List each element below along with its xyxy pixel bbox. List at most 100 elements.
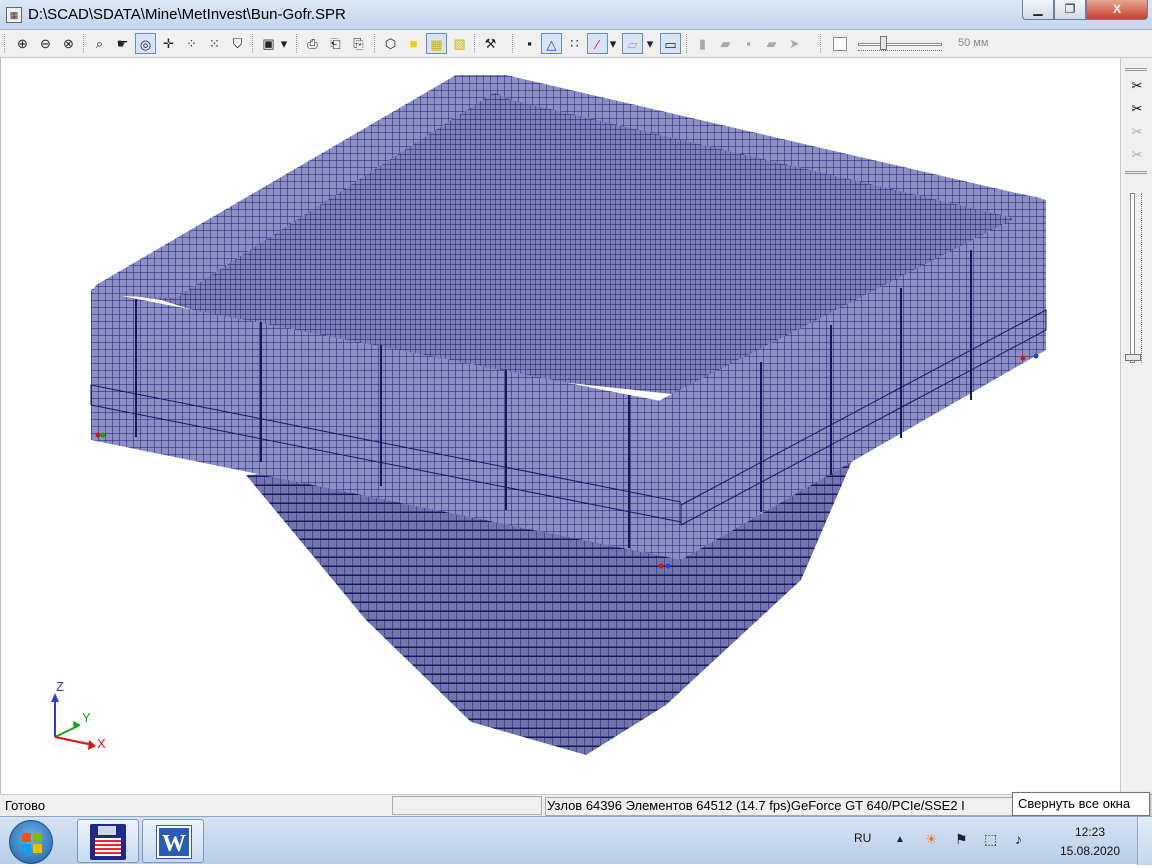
toolbar-grip[interactable]	[820, 34, 823, 53]
zoom-window-icon: ⌕	[95, 36, 104, 51]
solid-view-button[interactable]: ▧	[449, 33, 470, 54]
scale-slider-thumb[interactable]	[880, 36, 887, 50]
support-marker	[100, 432, 106, 438]
zoom-out-button[interactable]: ⊖	[35, 33, 56, 54]
cube-view-icon: ▣	[262, 36, 275, 51]
solid-element-icon: ▭	[664, 37, 677, 52]
cube-view-dropdown[interactable]: ▾	[278, 33, 290, 54]
status-bar: Готово Узлов 64396 Элементов 64512 (14.7…	[0, 794, 1152, 816]
taskbar-button-word[interactable]: W	[142, 819, 204, 863]
vertical-slider-ticks	[1141, 193, 1145, 363]
app-icon[interactable]: ▦	[6, 7, 22, 23]
plate-element-dropdown[interactable]: ▾	[644, 33, 656, 54]
close-icon: X	[1112, 2, 1121, 16]
cut-4-button[interactable]: ✂	[1127, 145, 1147, 165]
filter-4-button[interactable]: ▰	[761, 33, 782, 54]
model-viewport[interactable]: Z Y X	[0, 58, 1120, 794]
toolbar-grip[interactable]	[1125, 171, 1147, 174]
filter-3-button[interactable]: ▪	[738, 33, 759, 54]
zoom-fit-button[interactable]: ⊗	[58, 33, 79, 54]
triangle-node-button[interactable]: △	[541, 33, 562, 54]
solid-element-button[interactable]: ▭	[660, 33, 681, 54]
print-button[interactable]: ⎙	[302, 33, 323, 54]
support-marker	[1020, 355, 1026, 361]
zoom-in-icon: ⊕	[17, 36, 28, 51]
print-preview-icon: ⎗	[330, 36, 341, 51]
support-marker	[1033, 353, 1039, 359]
show-desktop-button[interactable]	[1137, 817, 1152, 865]
axis-label-y: Y	[82, 710, 91, 725]
close-button[interactable]: X	[1086, 0, 1148, 20]
flag-icon[interactable]: ⚑	[955, 831, 968, 848]
toolbar-separator	[686, 34, 689, 53]
language-indicator[interactable]: RU	[854, 831, 871, 845]
rotate-icon: ◎	[139, 37, 152, 52]
pan-button[interactable]: ☛	[112, 33, 133, 54]
title-bar: ▦ D:\SCAD\SDATA\Mine\MetInvest\Bun-Gofr.…	[0, 0, 1152, 30]
tools-button[interactable]: ⚒	[480, 33, 501, 54]
window-title: D:\SCAD\SDATA\Mine\MetInvest\Bun-Gofr.SP…	[28, 6, 346, 23]
scale-slider[interactable]	[858, 43, 942, 46]
filter-1-icon: ▮	[698, 36, 707, 51]
filter-5-icon: ➤	[789, 36, 800, 51]
filter-2-button[interactable]: ▰	[715, 33, 736, 54]
scale-value: 50 мм	[958, 37, 989, 49]
move-button[interactable]: ✛	[158, 33, 179, 54]
zoom-fit-icon: ⊗	[63, 36, 74, 51]
cut-button[interactable]: ✂	[1127, 76, 1147, 96]
grid-nodes-button[interactable]: ∷	[564, 33, 585, 54]
tools-icon: ⚒	[484, 36, 497, 51]
bar-element-button[interactable]: ∕	[587, 33, 608, 54]
node-button[interactable]: ▪	[519, 33, 540, 54]
filter-5-button[interactable]: ➤	[784, 33, 805, 54]
toolbar-separator	[474, 34, 477, 53]
avast-icon[interactable]: ☀	[925, 831, 938, 848]
finite-element-model[interactable]	[1, 58, 1120, 794]
print-preview-button[interactable]: ⎗	[325, 33, 346, 54]
dxf-export-button[interactable]: ⎘	[348, 33, 369, 54]
toolbar-separator	[296, 34, 299, 53]
scissors-icon: ✂	[1131, 78, 1143, 93]
tray-clock[interactable]: 12:23 15.08.2020	[1050, 823, 1130, 861]
move-icon: ✛	[163, 36, 174, 51]
toolbar-grip[interactable]	[512, 34, 515, 53]
filter-3-icon: ▪	[746, 36, 751, 51]
minimize-button[interactable]: ▁	[1022, 0, 1054, 20]
scale-checkbox[interactable]	[833, 37, 847, 51]
zoom-window-button[interactable]: ⌕	[89, 33, 110, 54]
rotate-button[interactable]: ◎	[135, 33, 156, 54]
show-hidden-icons[interactable]: ▲	[895, 834, 905, 845]
dropdown-icon: ▾	[646, 36, 654, 51]
windows-start-icon[interactable]	[9, 820, 53, 864]
vertical-slider[interactable]	[1130, 193, 1135, 363]
yellow-view-button[interactable]: ■	[403, 33, 424, 54]
cube-view-button[interactable]: ▣	[258, 33, 279, 54]
minimize-icon: ▁	[1033, 2, 1043, 16]
clock-date: 15.08.2020	[1059, 844, 1121, 858]
plate-element-button[interactable]: ▱	[622, 33, 643, 54]
shield-button[interactable]: ⛉	[227, 33, 248, 54]
filter-1-button[interactable]: ▮	[692, 33, 713, 54]
wireframe-cube-icon: ⬡	[384, 36, 397, 51]
bar-element-dropdown[interactable]: ▾	[607, 33, 619, 54]
shaded-view-button[interactable]: ▦	[426, 33, 447, 54]
select-nodes-button[interactable]: ⁘	[181, 33, 202, 54]
y-arrow	[73, 721, 81, 729]
select-nodes-icon: ⁘	[186, 36, 197, 51]
select-elements-icon: ⁙	[209, 36, 220, 51]
cut-2-button[interactable]: ✂	[1127, 99, 1147, 119]
cut-3-button[interactable]: ✂	[1127, 122, 1147, 142]
restore-button[interactable]: ❐	[1054, 0, 1086, 20]
select-elements-button[interactable]: ⁙	[204, 33, 225, 54]
volume-icon[interactable]: ♪	[1015, 831, 1022, 847]
toolbar-grip[interactable]	[1125, 68, 1147, 71]
dropdown-icon: ▾	[280, 36, 288, 51]
network-icon[interactable]: ⬚	[984, 831, 997, 848]
wireframe-view-button[interactable]: ⬡	[380, 33, 401, 54]
filter-2-icon: ▰	[720, 36, 731, 51]
taskbar-button-scad[interactable]	[77, 819, 139, 863]
vertical-slider-thumb[interactable]	[1125, 354, 1141, 361]
zoom-in-button[interactable]: ⊕	[12, 33, 33, 54]
toolbar-grip[interactable]	[4, 34, 7, 53]
yellow-cube-icon: ■	[409, 36, 418, 51]
